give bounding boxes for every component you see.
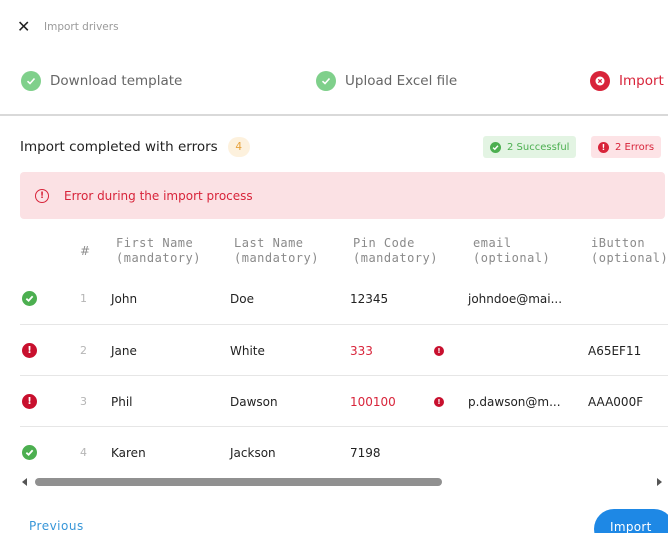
scroll-right-icon[interactable] bbox=[657, 478, 662, 486]
dialog-title: Import drivers bbox=[44, 21, 119, 33]
row-number: 2 bbox=[80, 344, 87, 357]
summary-title: Import completed with errors bbox=[20, 139, 218, 155]
error-circle-icon: ! bbox=[598, 141, 609, 153]
check-circle-icon bbox=[490, 141, 501, 153]
first-name-cell: Karen bbox=[111, 445, 146, 460]
error-count-badge: ! 2 Errors bbox=[591, 136, 662, 158]
pin-code-cell: 333 bbox=[350, 343, 373, 358]
scrollbar-thumb[interactable] bbox=[35, 478, 442, 486]
table-row[interactable]: 1 John Doe 12345 johndoe@mai... bbox=[20, 273, 668, 324]
first-name-cell: Phil bbox=[111, 394, 133, 409]
table-row[interactable]: 4 Karen Jackson 7198 bbox=[20, 426, 668, 477]
table-row[interactable]: ! 3 Phil Dawson 100100 ! p.dawson@m... A… bbox=[20, 375, 668, 426]
step-label: Upload Excel file bbox=[345, 73, 458, 89]
step-label: Download template bbox=[50, 73, 183, 89]
success-count-label: 2 Successful bbox=[507, 141, 570, 153]
divider bbox=[0, 114, 668, 116]
first-name-cell: Jane bbox=[111, 343, 137, 358]
column-header-pin-code: Pin Code (mandatory) bbox=[353, 236, 438, 265]
ibutton-cell: AAA000F bbox=[588, 394, 644, 409]
column-header-number: # bbox=[80, 244, 91, 258]
total-count-badge: 4 bbox=[227, 137, 250, 157]
scroll-left-icon[interactable] bbox=[22, 478, 27, 486]
column-header-first-name: First Name (mandatory) bbox=[116, 236, 201, 265]
step-import: Import bbox=[590, 68, 664, 94]
pin-code-cell: 100100 bbox=[350, 394, 396, 409]
column-header-ibutton: iButton (optional) bbox=[591, 236, 668, 265]
first-name-cell: John bbox=[111, 291, 138, 306]
success-icon bbox=[22, 291, 37, 306]
ibutton-cell: A65EF11 bbox=[588, 343, 642, 358]
last-name-cell: Jackson bbox=[230, 445, 276, 460]
row-number: 3 bbox=[80, 395, 87, 408]
error-icon: ! bbox=[22, 343, 37, 358]
pin-code-cell: 12345 bbox=[350, 291, 389, 306]
row-number: 1 bbox=[80, 292, 87, 305]
error-icon: ! bbox=[22, 394, 37, 409]
pin-error-icon[interactable]: ! bbox=[434, 345, 444, 356]
stepper: Download template Upload Excel file Impo… bbox=[0, 68, 668, 94]
table-row[interactable]: ! 2 Jane White 333 ! A65EF11 bbox=[20, 324, 668, 375]
check-circle-icon bbox=[316, 71, 336, 91]
error-count-label: 2 Errors bbox=[615, 141, 655, 153]
pin-error-icon[interactable]: ! bbox=[434, 396, 444, 407]
email-cell: johndoe@mai... bbox=[468, 291, 563, 306]
success-count-badge: 2 Successful bbox=[483, 136, 577, 158]
error-outline-icon: ! bbox=[35, 188, 49, 203]
step-download-template: Download template bbox=[21, 68, 182, 94]
email-cell: p.dawson@m... bbox=[468, 394, 561, 409]
import-button[interactable]: Import bbox=[594, 509, 668, 533]
column-header-email: email (optional) bbox=[473, 236, 551, 265]
error-circle-icon bbox=[590, 71, 610, 91]
close-icon[interactable]: ✕ bbox=[17, 19, 30, 35]
step-label: Import bbox=[619, 73, 664, 89]
pin-code-cell: 7198 bbox=[350, 445, 381, 460]
row-number: 4 bbox=[80, 446, 87, 459]
horizontal-scrollbar[interactable] bbox=[22, 477, 662, 487]
import-summary: Import completed with errors 4 2 Success… bbox=[20, 136, 668, 158]
alert-message: Error during the import process bbox=[64, 188, 253, 203]
success-icon bbox=[22, 445, 37, 460]
last-name-cell: Doe bbox=[230, 291, 254, 306]
dialog-header: ✕ Import drivers bbox=[0, 0, 668, 56]
check-circle-icon bbox=[21, 71, 41, 91]
error-alert: ! Error during the import process bbox=[20, 172, 665, 219]
step-upload-excel: Upload Excel file bbox=[316, 68, 457, 94]
last-name-cell: Dawson bbox=[230, 394, 278, 409]
column-header-last-name: Last Name (mandatory) bbox=[234, 236, 319, 265]
last-name-cell: White bbox=[230, 343, 265, 358]
previous-button[interactable]: Previous bbox=[29, 519, 84, 533]
